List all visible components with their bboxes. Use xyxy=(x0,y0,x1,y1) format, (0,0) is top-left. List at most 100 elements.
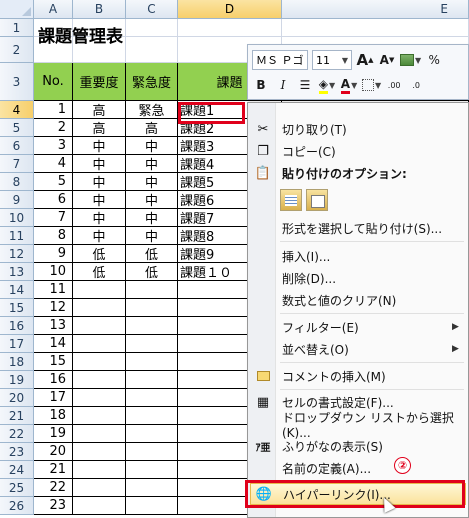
row-header[interactable]: 2 xyxy=(0,37,34,63)
cell[interactable]: 2 xyxy=(34,119,73,137)
cell[interactable]: 低 xyxy=(73,263,126,281)
cell[interactable] xyxy=(73,335,126,353)
row-header[interactable]: 25 xyxy=(0,479,34,497)
row-header[interactable]: 3 xyxy=(0,63,34,101)
row-header[interactable]: 23 xyxy=(0,443,34,461)
increase-decimal-button[interactable]: .00 xyxy=(385,75,403,95)
cell[interactable]: 中 xyxy=(73,137,126,155)
cell[interactable] xyxy=(282,19,469,37)
cell[interactable] xyxy=(73,353,126,371)
row-header[interactable]: 13 xyxy=(0,263,34,281)
row-header[interactable]: 21 xyxy=(0,407,34,425)
cell[interactable]: 高 xyxy=(73,101,126,119)
cell[interactable] xyxy=(126,281,178,299)
row-header[interactable]: 10 xyxy=(0,209,34,227)
cell[interactable]: 22 xyxy=(34,479,73,497)
paste-icon[interactable] xyxy=(280,189,302,211)
cell[interactable]: 中 xyxy=(73,191,126,209)
cell[interactable]: 9 xyxy=(34,245,73,263)
cell[interactable] xyxy=(126,425,178,443)
cell[interactable] xyxy=(73,461,126,479)
menu-item-insert[interactable]: 挿入(I)... xyxy=(250,245,466,267)
cell[interactable]: 高 xyxy=(126,119,178,137)
cell[interactable]: 8 xyxy=(34,227,73,245)
menu-item-clear-contents[interactable]: 数式と値のクリア(N) xyxy=(250,289,466,311)
cell[interactable] xyxy=(126,443,178,461)
cell[interactable] xyxy=(126,19,178,37)
cell[interactable] xyxy=(126,37,178,63)
cell[interactable]: 13 xyxy=(34,317,73,335)
row-header[interactable]: 11 xyxy=(0,227,34,245)
cell[interactable]: 3 xyxy=(34,137,73,155)
borders-button[interactable]: ▼ xyxy=(362,75,381,95)
cell[interactable] xyxy=(73,317,126,335)
menu-item-sort[interactable]: 並べ替え(O) ▶ xyxy=(250,338,466,360)
fill-color-button[interactable]: ◈ ▼ xyxy=(318,75,336,95)
row-header[interactable]: 18 xyxy=(0,353,34,371)
cell[interactable]: 18 xyxy=(34,407,73,425)
cell[interactable]: 中 xyxy=(73,209,126,227)
cell[interactable]: 中 xyxy=(73,155,126,173)
cell[interactable]: 重要度 xyxy=(73,63,126,101)
column-header-d[interactable]: D xyxy=(178,0,282,19)
cell[interactable] xyxy=(126,335,178,353)
cell[interactable]: 4 xyxy=(34,155,73,173)
row-header[interactable]: 5 xyxy=(0,119,34,137)
cell[interactable]: 10 xyxy=(34,263,73,281)
column-header-e[interactable]: E xyxy=(282,0,469,19)
select-all-corner[interactable] xyxy=(0,0,34,19)
font-color-button[interactable]: A ▼ xyxy=(340,75,358,95)
row-header[interactable]: 24 xyxy=(0,461,34,479)
cell[interactable]: 14 xyxy=(34,335,73,353)
menu-item-filter[interactable]: フィルター(E) ▶ xyxy=(250,316,466,338)
menu-item-pick-from-dropdown[interactable]: ドロップダウン リストから選択(K)... xyxy=(250,411,466,440)
cell[interactable] xyxy=(73,443,126,461)
row-header[interactable]: 20 xyxy=(0,389,34,407)
cell[interactable] xyxy=(73,371,126,389)
menu-item-define-name[interactable]: 名前の定義(A)... xyxy=(250,457,466,479)
row-header[interactable]: 6 xyxy=(0,137,34,155)
row-header[interactable]: 17 xyxy=(0,335,34,353)
cell[interactable]: 中 xyxy=(126,191,178,209)
cell[interactable] xyxy=(73,497,126,515)
cell[interactable]: 23 xyxy=(34,497,73,515)
cell[interactable] xyxy=(73,299,126,317)
column-header-c[interactable]: C xyxy=(126,0,178,19)
cell[interactable] xyxy=(73,281,126,299)
cell[interactable] xyxy=(126,407,178,425)
menu-item-cut[interactable]: ✂ 切り取り(T) xyxy=(250,118,466,140)
cell[interactable]: No. xyxy=(34,63,73,101)
cell[interactable] xyxy=(126,479,178,497)
cell[interactable]: 緊急 xyxy=(126,101,178,119)
grow-font-button[interactable]: A ▲ xyxy=(356,50,374,70)
cell[interactable]: 高 xyxy=(73,119,126,137)
column-header-a[interactable]: A xyxy=(34,0,73,19)
cell[interactable]: 15 xyxy=(34,353,73,371)
font-name-combo[interactable]: ＭＳ Ｐゴ xyxy=(252,50,308,70)
cell[interactable]: 中 xyxy=(126,227,178,245)
percent-button[interactable]: % xyxy=(425,50,443,70)
column-header-b[interactable]: B xyxy=(73,0,126,19)
bold-button[interactable]: B xyxy=(252,75,270,95)
cell[interactable]: 19 xyxy=(34,425,73,443)
cell[interactable]: 17 xyxy=(34,389,73,407)
cell[interactable]: 6 xyxy=(34,191,73,209)
cell[interactable]: 中 xyxy=(126,137,178,155)
row-header[interactable]: 14 xyxy=(0,281,34,299)
menu-item-delete[interactable]: 削除(D)... xyxy=(250,267,466,289)
cell[interactable]: 5 xyxy=(34,173,73,191)
row-header[interactable]: 19 xyxy=(0,371,34,389)
cell[interactable] xyxy=(73,407,126,425)
row-header[interactable]: 1 xyxy=(0,19,34,37)
cell[interactable] xyxy=(126,299,178,317)
cell[interactable] xyxy=(73,425,126,443)
cell[interactable] xyxy=(126,461,178,479)
menu-item-insert-comment[interactable]: コメントの挿入(M) xyxy=(250,365,466,387)
row-header[interactable]: 8 xyxy=(0,173,34,191)
row-header[interactable]: 26 xyxy=(0,497,34,515)
row-header[interactable]: 15 xyxy=(0,299,34,317)
cell[interactable]: 20 xyxy=(34,443,73,461)
accounting-format-button[interactable]: ▼ xyxy=(400,50,421,70)
italic-button[interactable]: I xyxy=(274,75,292,95)
cell[interactable] xyxy=(126,389,178,407)
